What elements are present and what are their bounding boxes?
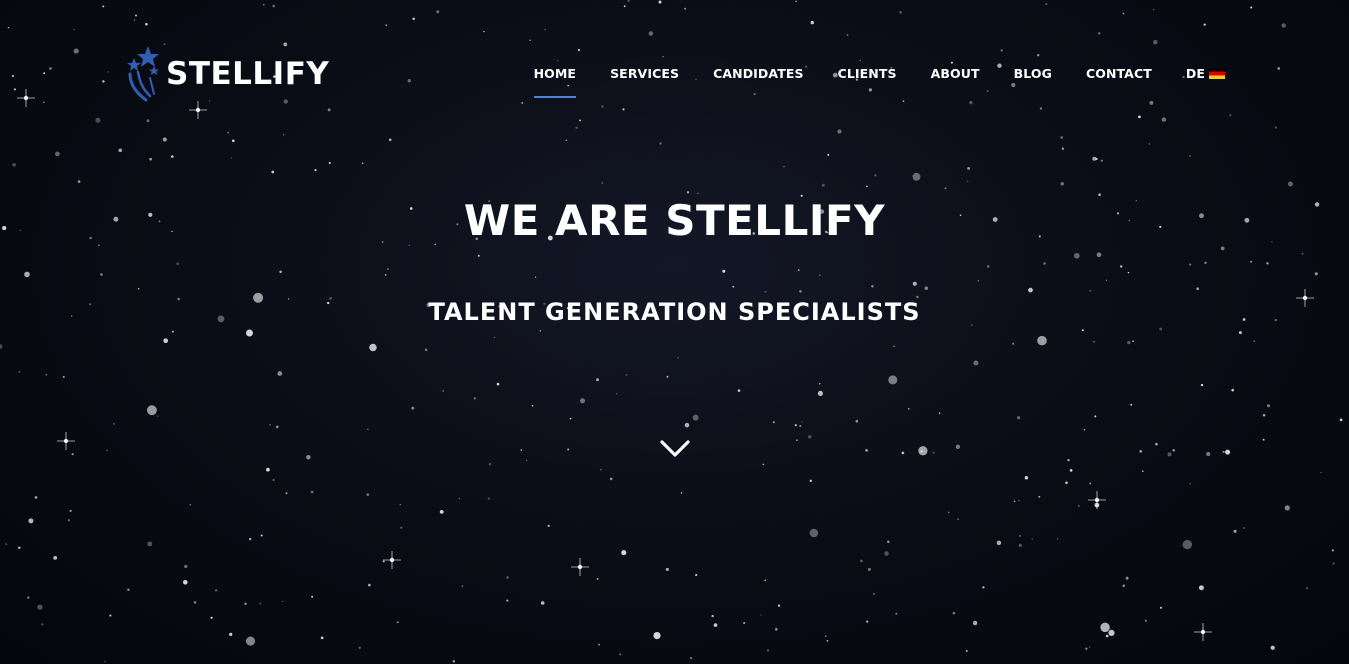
nav-item-home[interactable]: HOME (533, 62, 577, 98)
brand-name: STELLIFY (166, 55, 330, 92)
hero-subtitle: TALENT GENERATION SPECIALISTS (428, 298, 921, 326)
nav-item-contact[interactable]: CONTACT (1086, 62, 1152, 98)
german-flag-icon (1209, 68, 1225, 79)
language-switcher[interactable]: DE (1186, 62, 1225, 98)
site-header: STELLIFY HOME SERVICES CANDIDATES CLIENT… (0, 0, 1349, 150)
hero-title: WE ARE STELLIFY (463, 196, 886, 245)
nav-item-blog[interactable]: BLOG (1014, 62, 1052, 98)
chevron-down-icon[interactable] (658, 436, 692, 462)
main-navigation: HOME SERVICES CANDIDATES CLIENTS ABOUT B… (500, 62, 1225, 98)
nav-item-clients[interactable]: CLIENTS (838, 62, 897, 98)
shooting-stars-icon (127, 46, 159, 102)
nav-item-about[interactable]: ABOUT (931, 62, 980, 98)
nav-item-candidates[interactable]: CANDIDATES (713, 62, 803, 98)
site-logo[interactable]: STELLIFY (124, 44, 329, 104)
language-label: DE (1185, 66, 1205, 81)
nav-item-services[interactable]: SERVICES (610, 62, 679, 98)
